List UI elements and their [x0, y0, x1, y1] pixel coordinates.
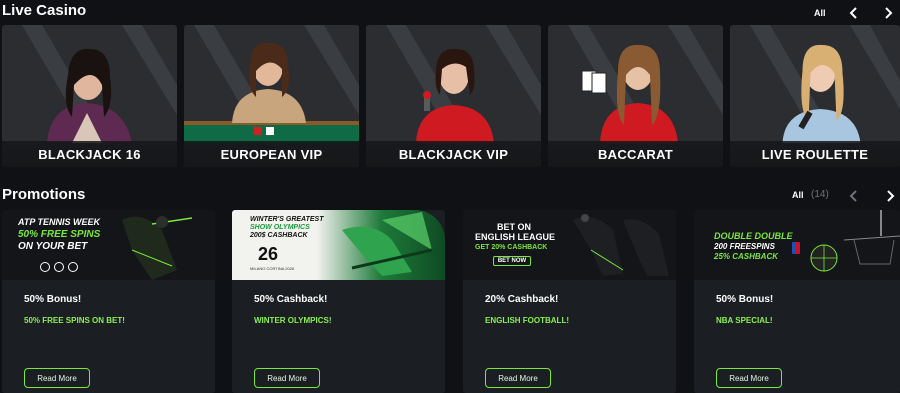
live-casino-carousel: BLACKJACK 16 EUROPEAN VIP BLACKJACK VIP …: [0, 25, 900, 167]
live-game-card[interactable]: BACCARAT: [548, 25, 723, 167]
live-game-card[interactable]: LIVE ROULETTE: [730, 25, 900, 167]
promo-title: 20% Cashback!: [485, 294, 559, 305]
promo-body: 20% Cashback! ENGLISH FOOTBALL! Read Mor…: [463, 280, 676, 393]
sport-icons: [40, 262, 78, 272]
dealer-image: [184, 42, 359, 143]
chevron-right-icon: [885, 7, 893, 19]
banner-line: 50% FREE SPINS: [18, 229, 101, 240]
promo-title: 50% Cashback!: [254, 294, 328, 305]
promotions-all-link[interactable]: All: [792, 190, 804, 200]
banner-line: WINTER'S GREATEST: [250, 216, 324, 223]
promo-card[interactable]: ATP TENNIS WEEK 50% FREE SPINS ON YOUR B…: [2, 210, 215, 393]
game-label-bar: EUROPEAN VIP: [184, 141, 359, 167]
promo-body: 50% Cashback! WINTER OLYMPICS! Read More: [232, 280, 445, 393]
game-title: BLACKJACK VIP: [398, 146, 509, 162]
promo-banner: WINTER'S GREATEST SHOW OLYMPICS 200$ CAS…: [232, 210, 445, 280]
live-game-card[interactable]: BLACKJACK VIP: [366, 25, 541, 167]
olympics-logo: 26: [258, 244, 279, 264]
promo-card[interactable]: BET ON ENGLISH LEAGUE GET 20% CASHBACK B…: [463, 210, 676, 393]
banner-line: ATP TENNIS WEEK: [18, 217, 101, 227]
banner-line: ON YOUR BET: [18, 241, 88, 252]
live-game-card[interactable]: EUROPEAN VIP: [184, 25, 359, 167]
live-game-card[interactable]: BLACKJACK 16: [2, 25, 177, 167]
banner-line: ENGLISH LEAGUE: [475, 232, 556, 242]
read-more-button[interactable]: Read More: [24, 368, 90, 388]
chevron-right-icon: [887, 190, 895, 202]
promo-subtitle: ENGLISH FOOTBALL!: [485, 316, 569, 325]
promo-title: 50% Bonus!: [716, 294, 774, 305]
promo-title: 50% Bonus!: [24, 294, 82, 305]
live-casino-all-link[interactable]: All: [814, 8, 826, 18]
banner-line: 200 FREESPINS: [714, 242, 775, 251]
game-title: BLACKJACK 16: [38, 146, 141, 162]
game-label-bar: LIVE ROULETTE: [730, 141, 900, 167]
read-more-button[interactable]: Read More: [254, 368, 320, 388]
dealer-image: [416, 48, 494, 143]
promotions-prev-button[interactable]: [846, 188, 862, 204]
dealer-image: [581, 44, 678, 143]
game-title: EUROPEAN VIP: [220, 146, 323, 162]
promo-subtitle: 50% FREE SPINS ON BET!: [24, 316, 125, 325]
nba-logo-icon: [792, 242, 800, 254]
promotions-carousel: ATP TENNIS WEEK 50% FREE SPINS ON YOUR B…: [0, 210, 900, 393]
live-casino-next-button[interactable]: [880, 5, 896, 21]
soccer-ball-icon: [54, 262, 64, 272]
read-more-button[interactable]: Read More: [485, 368, 551, 388]
live-casino-title: Live Casino: [2, 2, 87, 19]
banner-line: DOUBLE DOUBLE: [714, 231, 793, 241]
promotions-header: Promotions All (14): [0, 186, 900, 208]
bet-now-button[interactable]: BET NOW: [493, 256, 531, 266]
promo-body: 50% Bonus! NBA SPECIAL! Read More: [694, 280, 900, 393]
promo-subtitle: NBA SPECIAL!: [716, 316, 773, 325]
read-more-button[interactable]: Read More: [716, 368, 782, 388]
promo-banner: DOUBLE DOUBLE 200 FREESPINS 25% CASHBACK: [694, 210, 900, 280]
game-label-bar: BLACKJACK VIP: [366, 141, 541, 167]
olympics-badge: MILANO CORTINA 2026: [250, 266, 295, 271]
promo-body: 50% Bonus! 50% FREE SPINS ON BET! Read M…: [2, 280, 215, 393]
game-label-bar: BACCARAT: [548, 141, 723, 167]
banner-line: 200$ CASHBACK: [250, 232, 308, 239]
promo-banner: BET ON ENGLISH LEAGUE GET 20% CASHBACK B…: [463, 210, 676, 280]
game-title: LIVE ROULETTE: [761, 146, 869, 162]
banner-line: GET 20% CASHBACK: [475, 244, 548, 251]
dealer-image: [782, 44, 861, 143]
promo-card[interactable]: DOUBLE DOUBLE 200 FREESPINS 25% CASHBACK…: [694, 210, 900, 393]
banner-line: BET ON: [497, 222, 532, 232]
chevron-left-icon: [849, 190, 857, 202]
tennis-ball-icon: [40, 262, 50, 272]
banner-line: 25% CASHBACK: [714, 252, 779, 261]
promotions-next-button[interactable]: [882, 188, 898, 204]
basketball-icon: [68, 262, 78, 272]
promo-banner: ATP TENNIS WEEK 50% FREE SPINS ON YOUR B…: [2, 210, 215, 280]
live-casino-prev-button[interactable]: [846, 5, 862, 21]
banner-line: SHOW OLYMPICS: [250, 224, 310, 231]
live-casino-header: Live Casino All: [0, 2, 900, 24]
game-title: BACCARAT: [597, 146, 674, 162]
game-label-bar: BLACKJACK 16: [2, 141, 177, 167]
dealer-image: [47, 48, 132, 143]
chevron-left-icon: [849, 7, 857, 19]
promotions-count: (14): [811, 189, 829, 200]
promo-subtitle: WINTER OLYMPICS!: [254, 316, 332, 325]
promotions-title: Promotions: [2, 186, 86, 203]
promo-card[interactable]: WINTER'S GREATEST SHOW OLYMPICS 200$ CAS…: [232, 210, 445, 393]
